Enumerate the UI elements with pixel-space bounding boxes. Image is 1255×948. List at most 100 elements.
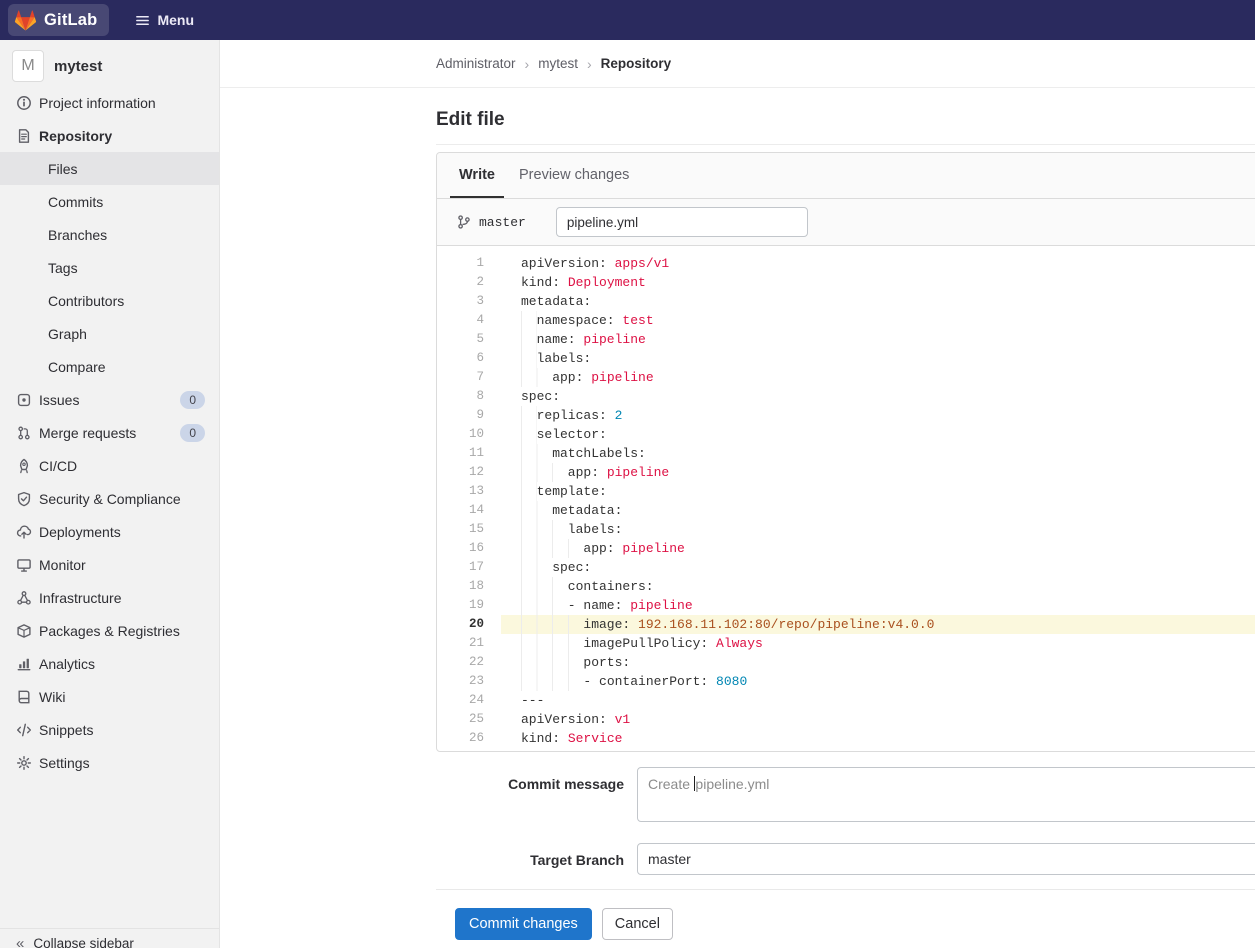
- target-branch-input[interactable]: [637, 843, 1255, 875]
- code-line[interactable]: namespace: test: [501, 311, 1255, 330]
- code-line[interactable]: app: pipeline: [501, 463, 1255, 482]
- sidebar-item-commits[interactable]: Commits: [0, 185, 219, 218]
- line-number[interactable]: 18: [437, 577, 501, 596]
- commit-message-textarea[interactable]: Create pipeline.yml: [637, 767, 1255, 822]
- line-number[interactable]: 13: [437, 482, 501, 501]
- line-number[interactable]: 20: [437, 615, 501, 634]
- indent-guide: [521, 596, 568, 615]
- code-line[interactable]: matchLabels:: [501, 444, 1255, 463]
- sidebar-item-wiki[interactable]: Wiki: [0, 680, 219, 713]
- target-branch-label: Target Branch: [530, 852, 624, 868]
- sidebar-item-graph[interactable]: Graph: [0, 317, 219, 350]
- sidebar-item-project-information[interactable]: Project information: [0, 86, 219, 119]
- line-number[interactable]: 15: [437, 520, 501, 539]
- sidebar-item-label: Deployments: [39, 523, 121, 540]
- indent-guide: [521, 444, 553, 463]
- code-line[interactable]: ports:: [501, 653, 1255, 672]
- code-line[interactable]: imagePullPolicy: Always: [501, 634, 1255, 653]
- sidebar-item-settings[interactable]: Settings: [0, 746, 219, 779]
- code-line[interactable]: metadata:: [501, 292, 1255, 311]
- line-number[interactable]: 6: [437, 349, 501, 368]
- line-number[interactable]: 26: [437, 729, 501, 748]
- line-number[interactable]: 24: [437, 691, 501, 710]
- sidebar-item-repository[interactable]: Repository: [0, 119, 219, 152]
- line-number[interactable]: 19: [437, 596, 501, 615]
- line-number[interactable]: 1: [437, 254, 501, 273]
- line-number[interactable]: 16: [437, 539, 501, 558]
- line-number[interactable]: 5: [437, 330, 501, 349]
- code-line[interactable]: template:: [501, 482, 1255, 501]
- line-number[interactable]: 25: [437, 710, 501, 729]
- breadcrumb-item-repository[interactable]: Repository: [601, 56, 672, 71]
- code-line[interactable]: replicas: 2: [501, 406, 1255, 425]
- code-line[interactable]: app: pipeline: [501, 539, 1255, 558]
- line-number[interactable]: 10: [437, 425, 501, 444]
- line-number[interactable]: 9: [437, 406, 501, 425]
- form-actions: Commit changes Cancel: [436, 890, 1255, 940]
- tab-write[interactable]: Write: [450, 153, 504, 198]
- cancel-button[interactable]: Cancel: [601, 908, 673, 940]
- line-number[interactable]: 17: [437, 558, 501, 577]
- code-line[interactable]: app: pipeline: [501, 368, 1255, 387]
- sidebar-item-tags[interactable]: Tags: [0, 251, 219, 284]
- line-number[interactable]: 22: [437, 653, 501, 672]
- line-number[interactable]: 12: [437, 463, 501, 482]
- line-number[interactable]: 23: [437, 672, 501, 691]
- sidebar-item-security-compliance[interactable]: Security & Compliance: [0, 482, 219, 515]
- sidebar-item-deployments[interactable]: Deployments: [0, 515, 219, 548]
- sidebar-item-branches[interactable]: Branches: [0, 218, 219, 251]
- code-token: ports:: [583, 655, 631, 670]
- sidebar-item-files[interactable]: Files: [0, 152, 219, 185]
- sidebar-item-infrastructure[interactable]: Infrastructure: [0, 581, 219, 614]
- code-line[interactable]: metadata:: [501, 501, 1255, 520]
- code-line[interactable]: ---: [501, 691, 1255, 710]
- sidebar-item-analytics[interactable]: Analytics: [0, 647, 219, 680]
- code-line[interactable]: image: 192.168.11.102:80/repo/pipeline:v…: [501, 615, 1255, 634]
- sidebar-item-snippets[interactable]: Snippets: [0, 713, 219, 746]
- code-line[interactable]: spec:: [501, 387, 1255, 406]
- sidebar-item-contributors[interactable]: Contributors: [0, 284, 219, 317]
- commit-changes-button[interactable]: Commit changes: [455, 908, 592, 940]
- code-line[interactable]: apiVersion: v1: [501, 710, 1255, 729]
- line-number[interactable]: 3: [437, 292, 501, 311]
- line-number[interactable]: 7: [437, 368, 501, 387]
- code-editor[interactable]: 1 apiVersion: apps/v1 2 kind: Deployment 3 me…: [437, 246, 1255, 751]
- sidebar-item-issues[interactable]: Issues 0: [0, 383, 219, 416]
- breadcrumb-item-administrator[interactable]: Administrator: [436, 56, 516, 71]
- code-line[interactable]: labels:: [501, 520, 1255, 539]
- menu-button[interactable]: Menu: [135, 12, 194, 28]
- collapse-sidebar-button[interactable]: « Collapse sidebar: [0, 928, 219, 948]
- indent-guide: [521, 349, 537, 368]
- file-name-input[interactable]: [555, 207, 808, 237]
- breadcrumb-item-mytest[interactable]: mytest: [538, 56, 578, 71]
- sidebar-item-compare[interactable]: Compare: [0, 350, 219, 383]
- code-line[interactable]: labels:: [501, 349, 1255, 368]
- sidebar-item-merge-requests[interactable]: Merge requests 0: [0, 416, 219, 449]
- tab-preview-changes[interactable]: Preview changes: [510, 153, 638, 198]
- code-line[interactable]: kind: Deployment: [501, 273, 1255, 292]
- code-line[interactable]: apiVersion: apps/v1: [501, 254, 1255, 273]
- code-line[interactable]: - containerPort: 8080: [501, 672, 1255, 691]
- line-number[interactable]: 8: [437, 387, 501, 406]
- code-line[interactable]: spec:: [501, 558, 1255, 577]
- code-line[interactable]: metadata:: [501, 748, 1255, 751]
- sidebar-item-monitor[interactable]: Monitor: [0, 548, 219, 581]
- project-header[interactable]: M mytest: [0, 40, 219, 86]
- info-icon: [16, 95, 32, 111]
- code-line[interactable]: kind: Service: [501, 729, 1255, 748]
- code-line[interactable]: name: pipeline: [501, 330, 1255, 349]
- line-number[interactable]: 14: [437, 501, 501, 520]
- gitlab-home-button[interactable]: GitLab: [8, 4, 110, 36]
- sidebar-item-ci-cd[interactable]: CI/CD: [0, 449, 219, 482]
- line-number[interactable]: 21: [437, 634, 501, 653]
- line-number[interactable]: 2: [437, 273, 501, 292]
- code-line[interactable]: selector:: [501, 425, 1255, 444]
- line-number[interactable]: 11: [437, 444, 501, 463]
- code-token: pipeline: [591, 370, 654, 385]
- code-line[interactable]: - name: pipeline: [501, 596, 1255, 615]
- code-line[interactable]: containers:: [501, 577, 1255, 596]
- line-number[interactable]: 27: [437, 748, 501, 751]
- line-number[interactable]: 4: [437, 311, 501, 330]
- sidebar-item-packages-registries[interactable]: Packages & Registries: [0, 614, 219, 647]
- code-token: 192.168.11.102:80/repo/pipeline:v4.0.0: [638, 617, 935, 632]
